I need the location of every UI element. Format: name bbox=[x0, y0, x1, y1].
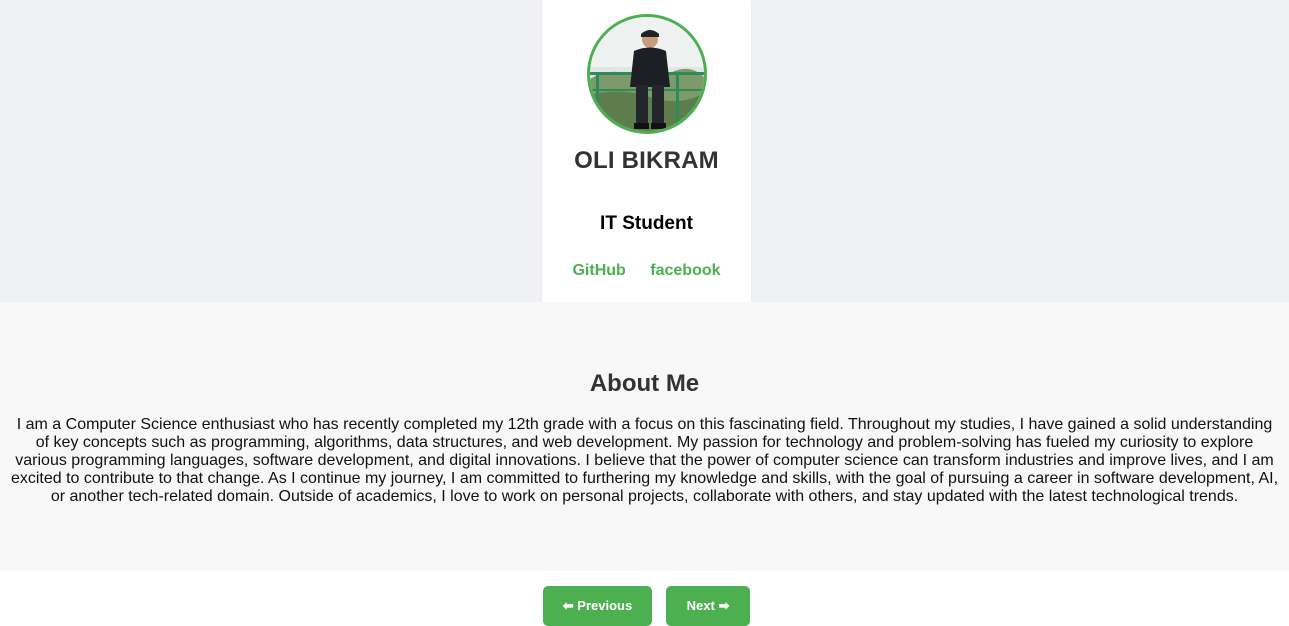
facebook-link[interactable]: facebook bbox=[650, 262, 720, 279]
pagination-nav: ⬅ Previous Next ➡ bbox=[0, 586, 1289, 626]
header-section: OLI BIKRAM IT Student GitHub facebook bbox=[0, 0, 1289, 302]
avatar bbox=[587, 14, 707, 134]
about-section: About Me I am a Computer Science enthusi… bbox=[0, 302, 1289, 571]
profile-role: IT Student bbox=[600, 213, 693, 234]
social-links: GitHub facebook bbox=[542, 262, 751, 280]
previous-button[interactable]: ⬅ Previous bbox=[543, 586, 652, 626]
next-button[interactable]: Next ➡ bbox=[666, 586, 750, 626]
profile-card: OLI BIKRAM IT Student GitHub facebook bbox=[542, 0, 751, 302]
about-text: I am a Computer Science enthusiast who h… bbox=[10, 416, 1279, 505]
github-link[interactable]: GitHub bbox=[572, 262, 625, 279]
profile-photo bbox=[590, 17, 704, 131]
about-title: About Me bbox=[589, 370, 700, 397]
profile-name: OLI BIKRAM bbox=[574, 147, 719, 174]
